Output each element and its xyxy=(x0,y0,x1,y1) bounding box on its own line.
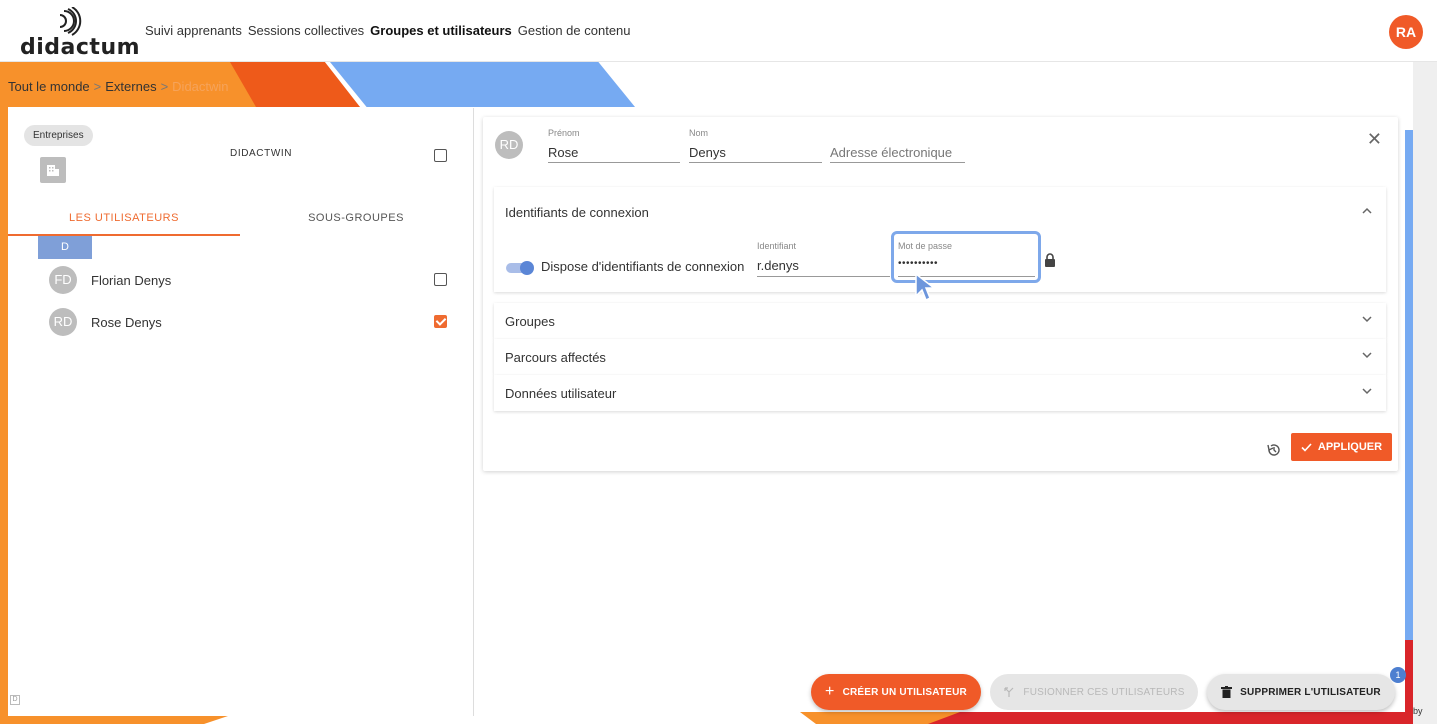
user-data-section[interactable]: Données utilisateur xyxy=(494,375,1386,411)
email-placeholder: Adresse électronique xyxy=(830,145,953,160)
breadcrumb-item-externes[interactable]: Externes xyxy=(105,79,156,94)
logo[interactable]: didactum xyxy=(20,5,140,60)
trash-icon xyxy=(1221,686,1233,698)
first-name-field[interactable]: Prénom Rose xyxy=(548,128,680,163)
tab-subgroups[interactable]: SOUS-GROUPES xyxy=(240,204,472,236)
notification-badge: 1 xyxy=(1390,667,1406,683)
user-checkbox[interactable] xyxy=(434,273,447,286)
mouse-cursor-icon xyxy=(915,272,936,302)
group-panel: Entreprises DIDACTWIN LES UTILISATEURS S… xyxy=(8,108,474,716)
user-name: Rose Denys xyxy=(91,315,162,330)
identifier-label: Identifiant xyxy=(757,241,797,251)
close-icon[interactable]: ✕ xyxy=(1367,129,1382,150)
user-detail-card: RD Prénom Rose Nom Denys Adresse électro… xyxy=(483,117,1398,471)
identifier-field[interactable]: Identifiant r.denys xyxy=(757,241,890,277)
delete-user-button[interactable]: SUPPRIMER L'UTILISATEUR xyxy=(1207,674,1395,710)
create-user-button[interactable]: + CRÉER UN UTILISATEUR xyxy=(811,674,981,710)
history-icon[interactable] xyxy=(1266,442,1282,458)
login-toggle-label: Dispose d'identifiants de connexion xyxy=(541,259,745,274)
nav-item-contenu[interactable]: Gestion de contenu xyxy=(518,23,631,38)
logo-mark-icon xyxy=(59,7,82,36)
delete-user-label: SUPPRIMER L'UTILISATEUR xyxy=(1240,686,1381,698)
panel-tabs: LES UTILISATEURS SOUS-GROUPES xyxy=(8,204,474,236)
main-nav: Suivi apprenants Sessions collectives Gr… xyxy=(145,23,631,38)
apply-label: APPLIQUER xyxy=(1317,441,1383,453)
merge-users-label: FUSIONNER CES UTILISATEURS xyxy=(1023,686,1185,698)
last-name-field[interactable]: Nom Denys xyxy=(689,128,822,163)
by-label: by xyxy=(1413,706,1423,716)
top-bar: didactum Suivi apprenants Sessions colle… xyxy=(0,0,1437,62)
plus-icon: + xyxy=(825,683,835,700)
nav-item-suivi[interactable]: Suivi apprenants xyxy=(145,23,242,38)
header-band-blue xyxy=(330,62,635,107)
first-name-label: Prénom xyxy=(548,128,580,138)
chevron-up-icon[interactable] xyxy=(1362,207,1372,218)
scrollbar-track[interactable] xyxy=(1413,62,1437,724)
login-section-title[interactable]: Identifiants de connexion xyxy=(505,205,649,220)
groups-section[interactable]: Groupes xyxy=(494,303,1386,339)
merge-icon xyxy=(1004,687,1014,697)
breadcrumb-item-all[interactable]: Tout le monde xyxy=(8,79,90,94)
user-checkbox[interactable] xyxy=(434,315,447,328)
courses-section[interactable]: Parcours affectés xyxy=(494,339,1386,375)
user-avatar: FD xyxy=(49,266,77,294)
create-user-label: CRÉER UN UTILISATEUR xyxy=(842,686,967,698)
breadcrumb-item-current: Didactwin xyxy=(172,79,229,94)
group-type-chip: Entreprises xyxy=(24,125,93,146)
chevron-down-icon[interactable] xyxy=(1362,387,1372,398)
nav-item-sessions[interactable]: Sessions collectives xyxy=(248,23,364,38)
breadcrumb-separator: > xyxy=(160,79,169,94)
chevron-down-icon[interactable] xyxy=(1362,315,1372,326)
email-field[interactable]: Adresse électronique xyxy=(830,128,965,163)
right-decor-stripe-blue xyxy=(1405,130,1413,640)
user-row[interactable]: RD Rose Denys xyxy=(8,302,474,342)
user-data-section-title: Données utilisateur xyxy=(505,386,617,401)
left-decor-stripe xyxy=(0,62,8,724)
chevron-down-icon[interactable] xyxy=(1362,351,1372,362)
login-section: Identifiants de connexion Dispose d'iden… xyxy=(494,187,1386,292)
merge-users-button[interactable]: FUSIONNER CES UTILISATEURS xyxy=(990,674,1198,710)
user-avatar: RD xyxy=(49,308,77,336)
last-name-label: Nom xyxy=(689,128,709,138)
lock-icon[interactable] xyxy=(1044,253,1056,267)
user-avatar[interactable]: RA xyxy=(1389,15,1423,49)
breadcrumb: Tout le monde > Externes > Didactwin xyxy=(8,79,229,94)
nav-item-groupes[interactable]: Groupes et utilisateurs xyxy=(370,23,512,38)
apply-button[interactable]: APPLIQUER xyxy=(1291,433,1392,461)
letter-group-header: D xyxy=(38,236,92,259)
small-d-icon: D xyxy=(10,695,20,705)
identifier-value: r.denys xyxy=(757,258,799,273)
user-name: Florian Denys xyxy=(91,273,172,288)
last-name-value: Denys xyxy=(689,145,726,160)
breadcrumb-separator: > xyxy=(93,79,102,94)
group-name: DIDACTWIN xyxy=(230,148,293,159)
check-icon xyxy=(1301,442,1312,452)
groups-section-title: Groupes xyxy=(505,314,555,329)
group-checkbox[interactable] xyxy=(434,149,447,162)
login-toggle[interactable] xyxy=(506,261,534,275)
courses-section-title: Parcours affectés xyxy=(505,350,606,365)
building-icon xyxy=(40,157,66,183)
user-row[interactable]: FD Florian Denys xyxy=(8,260,474,300)
tab-users[interactable]: LES UTILISATEURS xyxy=(8,204,240,236)
detail-avatar: RD xyxy=(495,131,523,159)
first-name-value: Rose xyxy=(548,145,579,160)
logo-text: didactum xyxy=(20,35,141,60)
